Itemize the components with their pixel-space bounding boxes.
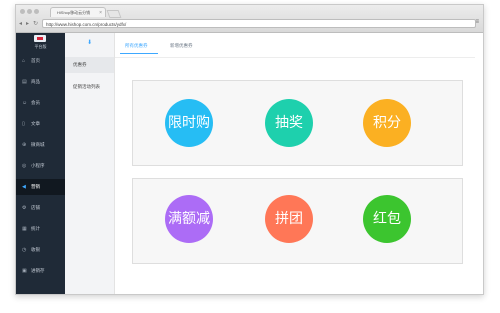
sidebar-item-label: 统计 <box>31 226 40 231</box>
chart-icon: ▦ <box>22 226 27 232</box>
new-tab-button[interactable] <box>106 10 122 18</box>
sidebar-item-0[interactable]: ⌂ 首页 <box>16 53 65 69</box>
promotion-button-5[interactable]: 红包 <box>363 195 411 243</box>
home-icon: ⌂ <box>22 58 26 64</box>
browser-chrome: HiShop移动云分销 × ◂ ▸ ↻ http://www.hishop.co… <box>16 5 483 33</box>
promotion-button-2[interactable]: 积分 <box>363 99 411 147</box>
promotion-button-4[interactable]: 拼团 <box>265 195 313 243</box>
miniapp-icon: ◎ <box>22 163 27 169</box>
tabs-divider <box>115 57 475 58</box>
store-icon: ⚙ <box>22 205 27 211</box>
promotion-button-0[interactable]: 限时购 <box>165 99 213 147</box>
tab-new-coupon[interactable]: 新增优惠券 <box>170 43 193 49</box>
tab-all-coupons[interactable]: 所有优惠券 <box>125 43 148 49</box>
megaphone-icon: ◀ <box>22 184 26 190</box>
sidebar-item-4[interactable]: ⊕ 微商城 <box>16 137 65 153</box>
brand-name: 平台版 <box>34 44 47 49</box>
box-icon: ▤ <box>22 79 27 85</box>
sidebar-item-label: 微商城 <box>31 142 45 147</box>
browser-tab[interactable]: HiShop移动云分销 × <box>50 7 106 17</box>
sidebar-item-2[interactable]: ☺ 会员 <box>16 95 65 111</box>
sidebar-item-label: 收银 <box>31 247 40 252</box>
address-url: http://www.hishop.com.cn/products/ydfx/ <box>46 22 127 27</box>
sidebar-item-3[interactable]: ▯ 文章 <box>16 116 65 132</box>
browser-tab-title: HiShop移动云分销 <box>57 10 91 15</box>
reload-icon[interactable]: ↻ <box>33 20 38 27</box>
sub-sidebar: ⬇ 优惠券促销活动列表 <box>65 33 115 294</box>
promotion-button-3[interactable]: 满额减 <box>165 195 213 243</box>
sidebar-item-label: 文章 <box>31 121 40 126</box>
sidebar-item-6[interactable]: ◀ 营销 <box>16 179 65 195</box>
sidebar-item-label: 营销 <box>31 184 40 189</box>
sidebar-item-10[interactable]: ▣ 进销存 <box>16 263 65 279</box>
sidebar-item-7[interactable]: ⚙ 店铺 <box>16 200 65 216</box>
inventory-icon: ▣ <box>22 268 27 274</box>
close-window-icon[interactable] <box>20 9 25 14</box>
main-sidebar: 平台版 ⌂ 首页 ▤ 商品 ☺ 会员 ▯ 文章 ⊕ 微商城 ◎ 小程序 ◀ 营销 ⚙ 店铺 ▦ 统计 ◷ 收银 ▣ 进销存 <box>16 33 65 294</box>
active-tab-indicator <box>120 53 158 54</box>
content-tabs: 所有优惠券 新增优惠券 <box>115 33 483 58</box>
minimize-window-icon[interactable] <box>27 9 32 14</box>
main-content: 所有优惠券 新增优惠券 限时购 抽奖 积分满额减 拼团 红包 <box>115 33 483 294</box>
promotion-button-1[interactable]: 抽奖 <box>265 99 313 147</box>
sub-sidebar-item-0[interactable]: 优惠券 <box>65 57 114 73</box>
address-bar[interactable]: http://www.hishop.com.cn/products/ydfx/ <box>42 19 476 28</box>
sidebar-item-8[interactable]: ▦ 统计 <box>16 221 65 237</box>
browser-menu-icon[interactable]: ≡ <box>475 19 479 25</box>
logo <box>34 35 46 42</box>
user-icon: ☺ <box>22 100 28 106</box>
forward-icon[interactable]: ▸ <box>26 20 29 27</box>
sidebar-item-label: 小程序 <box>31 163 45 168</box>
cashier-icon: ◷ <box>22 247 27 253</box>
shop-icon: ⊕ <box>22 142 27 148</box>
sidebar-item-label: 商品 <box>31 79 40 84</box>
pin-icon[interactable]: ⬇ <box>87 39 92 46</box>
sidebar-item-label: 会员 <box>31 100 40 105</box>
browser-window: HiShop移动云分销 × ◂ ▸ ↻ http://www.hishop.co… <box>15 4 484 295</box>
back-icon[interactable]: ◂ <box>19 20 22 27</box>
sidebar-item-1[interactable]: ▤ 商品 <box>16 74 65 90</box>
close-tab-icon[interactable]: × <box>99 8 102 17</box>
sidebar-item-label: 进销存 <box>31 268 45 273</box>
sidebar-item-label: 首页 <box>31 58 40 63</box>
document-icon: ▯ <box>22 121 25 127</box>
maximize-window-icon[interactable] <box>34 9 39 14</box>
brand[interactable]: 平台版 <box>16 33 65 51</box>
sidebar-item-9[interactable]: ◷ 收银 <box>16 242 65 258</box>
sub-sidebar-item-1[interactable]: 促销活动列表 <box>65 79 114 95</box>
sidebar-item-5[interactable]: ◎ 小程序 <box>16 158 65 174</box>
sidebar-item-label: 店铺 <box>31 205 40 210</box>
